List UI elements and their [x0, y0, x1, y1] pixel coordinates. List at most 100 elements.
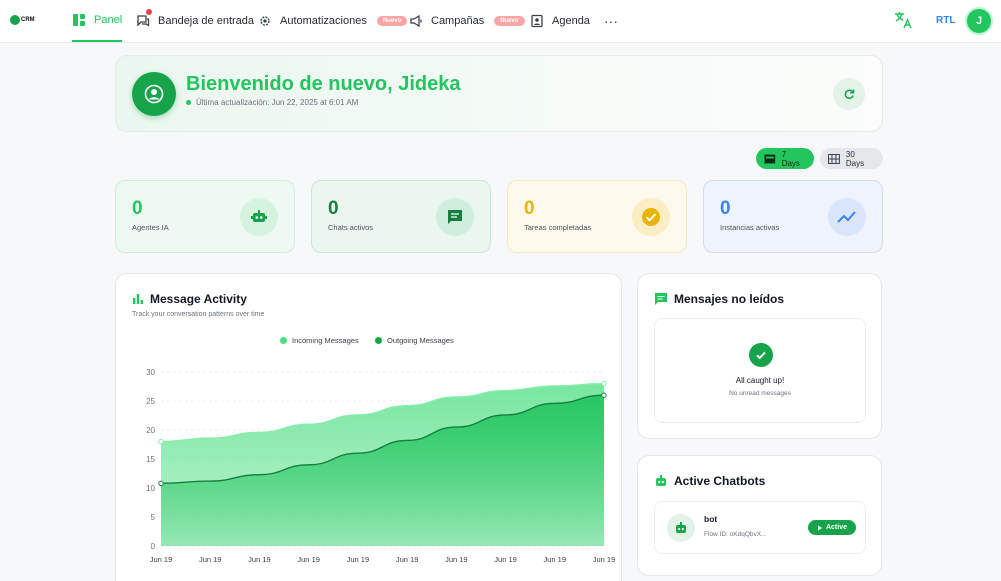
y-tick-label: 0: [151, 542, 156, 551]
x-tick-label: Jun 19: [297, 555, 320, 564]
stat-label: Chats activos: [328, 223, 374, 232]
last-updated-text: Última actualización: Jun 22, 2025 at 6:…: [196, 98, 359, 107]
logo-mark: [10, 15, 20, 25]
range-30-days-button[interactable]: 30 Days: [820, 148, 883, 169]
bot-avatar: [667, 514, 695, 542]
stat-label: Tareas completadas: [524, 223, 592, 232]
chatbots-title-text: Active Chatbots: [674, 474, 766, 488]
message-activity-panel: Message Activity Track your conversation…: [115, 273, 622, 581]
refresh-icon: [844, 89, 855, 99]
x-tick-label: Jun 19: [199, 555, 222, 564]
nav-automations-label: Automatizaciones: [280, 15, 367, 27]
nav-campaigns-label: Campañas: [431, 15, 485, 27]
new-badge: Nuevo: [494, 16, 525, 26]
unread-title: Mensajes no leídos: [654, 292, 784, 306]
y-tick-label: 15: [146, 455, 155, 464]
range-7-days-button[interactable]: 7 Days: [756, 148, 814, 169]
x-tick-label: Jun 19: [544, 555, 567, 564]
check-icon: [749, 343, 773, 367]
unread-messages-panel: Mensajes no leídos All caught up! No unr…: [637, 273, 882, 439]
y-tick-label: 5: [151, 513, 156, 522]
x-tick-label: Jun 19: [150, 555, 173, 564]
nav-panel[interactable]: Panel: [72, 0, 123, 42]
nav-agenda[interactable]: Agenda: [530, 0, 590, 42]
x-tick-label: Jun 19: [494, 555, 517, 564]
refresh-button[interactable]: [833, 78, 865, 110]
active-status-badge[interactable]: Active: [808, 520, 856, 535]
more-menu-button[interactable]: ···: [604, 0, 618, 42]
data-point-outgoing: [158, 480, 164, 487]
y-tick-label: 20: [146, 426, 155, 435]
contacts-icon: [531, 14, 543, 28]
chatbots-title: Active Chatbots: [654, 474, 765, 488]
x-tick-label: Jun 19: [347, 555, 370, 564]
chat-icon: [436, 198, 474, 236]
stat-value: 0: [720, 198, 731, 219]
nav-panel-label: Panel: [94, 14, 123, 26]
stat-card-tasks-completed[interactable]: 0 Tareas completadas: [507, 180, 687, 253]
all-caught-up-text: All caught up!: [735, 376, 785, 385]
app-logo[interactable]: CRM: [10, 15, 35, 25]
range-30-label: 30 Days: [845, 149, 865, 168]
message-icon: [655, 293, 667, 305]
more-dots: ···: [604, 13, 618, 29]
data-point-incoming: [158, 438, 164, 445]
new-badge: Nuevo: [376, 16, 408, 26]
robot-icon: [676, 522, 686, 533]
stat-value: 0: [524, 198, 535, 219]
x-tick-label: Jun 19: [248, 555, 271, 564]
stat-card-active-instances[interactable]: 0 Instancias activas: [703, 180, 883, 253]
y-tick-label: 30: [146, 368, 155, 377]
play-icon: [817, 525, 822, 530]
gear-icon: [260, 16, 270, 26]
trending-icon: [828, 198, 866, 236]
message-activity-chart: 0 5 10 15 20 25 30 Jun 19 Jun 19 Jun 19 Jun 19 Jun …: [146, 368, 616, 564]
welcome-title: Bienvenido de nuevo, Jideka: [186, 73, 461, 95]
rtl-toggle[interactable]: RTL: [936, 15, 955, 26]
dashboard-icon: [73, 14, 85, 26]
stat-label: Instancias activas: [720, 223, 780, 232]
user-avatar[interactable]: J: [965, 7, 993, 35]
x-tick-label: Jun 19: [445, 555, 468, 564]
unread-title-text: Mensajes no leídos: [674, 292, 785, 306]
robot-icon: [656, 475, 666, 486]
y-tick-label: 10: [146, 484, 155, 493]
stat-card-ai-agents[interactable]: 0 Agentes IA: [115, 180, 295, 253]
chatbot-item[interactable]: bot Flow ID: oKdqQbvX... Active: [654, 501, 866, 554]
last-updated: Última actualización: Jun 22, 2025 at 6:…: [186, 98, 358, 107]
bot-name: bot: [704, 514, 718, 524]
notification-dot: [146, 9, 152, 15]
calendar-icon: [764, 154, 776, 163]
user-icon: [132, 72, 176, 116]
check-circle-icon: [632, 198, 670, 236]
nav-agenda-label: Agenda: [552, 15, 590, 27]
x-tick-label: Jun 19: [396, 555, 419, 564]
active-status-label: Active: [825, 524, 847, 531]
welcome-card: Bienvenido de nuevo, Jideka Última actua…: [115, 55, 883, 132]
x-tick-label: Jun 19: [593, 555, 616, 564]
range-7-label: 7 Days: [781, 149, 800, 168]
nav-campaigns[interactable]: Campañas Nuevo: [409, 0, 525, 42]
data-point-incoming: [601, 380, 607, 387]
megaphone-icon: [410, 14, 422, 28]
active-chatbots-panel: Active Chatbots bot Flow ID: oKdqQbvX...…: [637, 455, 882, 576]
y-tick-label: 25: [146, 397, 155, 406]
bot-flow-id: Flow ID: oKdqQbvX...: [704, 531, 767, 538]
status-dot: [186, 100, 191, 105]
robot-icon: [240, 198, 278, 236]
nav-inbox-label: Bandeja de entrada: [158, 15, 255, 27]
stat-value: 0: [132, 198, 143, 219]
nav-automations[interactable]: Automatizaciones Nuevo: [258, 0, 408, 42]
logo-text: CRM: [21, 17, 35, 23]
stat-label: Agentes IA: [132, 223, 169, 232]
inbox-icon: [137, 15, 150, 27]
stat-card-active-chats[interactable]: 0 Chats activos: [311, 180, 491, 253]
data-point-outgoing: [601, 392, 607, 398]
no-unread-text: No unread messages: [729, 390, 791, 397]
grid-icon: [828, 153, 840, 164]
translate-icon[interactable]: [893, 10, 913, 30]
nav-inbox[interactable]: Bandeja de entrada: [136, 0, 254, 42]
stat-value: 0: [328, 198, 339, 219]
top-navbar: CRM Panel Bandeja de entrada Automatizac…: [0, 0, 1001, 43]
unread-empty-state: All caught up! No unread messages: [654, 318, 866, 423]
